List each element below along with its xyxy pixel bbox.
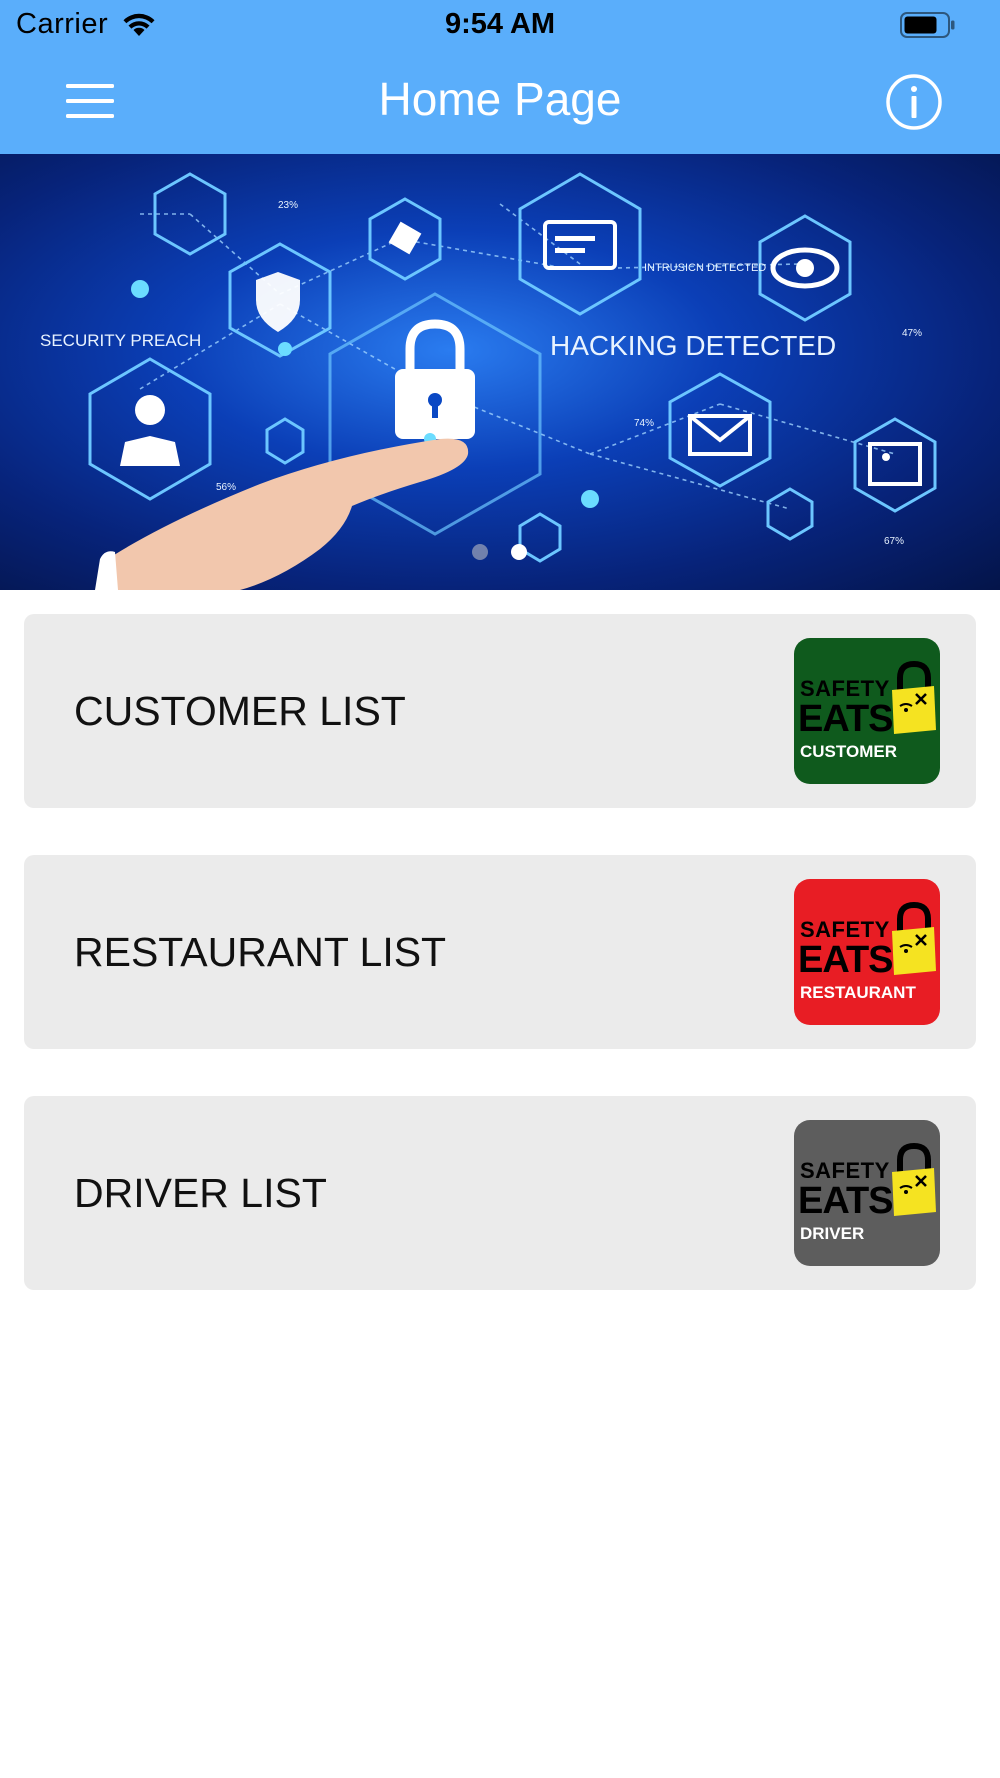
logo-line3: RESTAURANT	[800, 983, 916, 1002]
customer-list-label: CUSTOMER LIST	[74, 688, 406, 734]
page-title: Home Page	[378, 73, 622, 125]
banner-label-intrusion: INTRUSICN DETECTED	[644, 262, 766, 274]
safety-eats-customer-logo: SAFETY EATS CUSTOMER	[794, 638, 940, 784]
padlock-icon	[892, 1142, 936, 1216]
hero-banner-carousel[interactable]: SECURITY PREACH HACKING DETECTED INTRUSI…	[0, 154, 1000, 590]
logo-line2: EATS	[798, 698, 894, 740]
driver-list-card[interactable]: DRIVER LIST SAFETY EATS DRIVER	[24, 1096, 976, 1290]
hamburger-menu-icon[interactable]	[58, 76, 122, 126]
banner-illustration: SECURITY PREACH HACKING DETECTED INTRUSI…	[40, 172, 937, 590]
banner-label-security: SECURITY PREACH	[40, 331, 201, 350]
carousel-pager	[0, 544, 1000, 564]
logo-line3: CUSTOMER	[800, 742, 897, 761]
pager-dot-1[interactable]	[472, 544, 488, 560]
logo-line2: EATS	[798, 939, 894, 981]
nav-bar: Home Page	[0, 50, 1000, 154]
battery-icon	[900, 12, 955, 38]
safety-eats-restaurant-logo: SAFETY EATS RESTAURANT	[794, 879, 940, 1025]
padlock-icon	[892, 901, 936, 975]
customer-list-card[interactable]: CUSTOMER LIST SAFETY EATS CUSTOMER	[24, 614, 976, 808]
safety-eats-driver-logo: SAFETY EATS DRIVER	[794, 1120, 940, 1266]
padlock-icon	[892, 660, 936, 734]
status-time: 9:54 AM	[444, 8, 556, 40]
info-icon[interactable]	[884, 72, 944, 132]
banner-label-47: 47%	[902, 328, 922, 339]
restaurant-list-label: RESTAURANT LIST	[74, 929, 447, 975]
banner-label-74: 74%	[634, 418, 654, 429]
banner-label-hacking: HACKING DETECTED	[550, 330, 836, 361]
logo-line3: DRIVER	[800, 1224, 865, 1243]
restaurant-list-card[interactable]: RESTAURANT LIST SAFETY EATS RESTAURANT	[24, 855, 976, 1049]
status-bar: Carrier 9:54 AM	[0, 0, 1000, 50]
logo-line2: EATS	[798, 1180, 894, 1222]
header: Carrier 9:54 AM Home Page	[0, 0, 1000, 154]
driver-list-label: DRIVER LIST	[74, 1170, 327, 1216]
pager-dot-2-active[interactable]	[511, 544, 527, 560]
banner-label-23: 23%	[278, 200, 298, 211]
banner-label-56: 56%	[216, 482, 236, 493]
